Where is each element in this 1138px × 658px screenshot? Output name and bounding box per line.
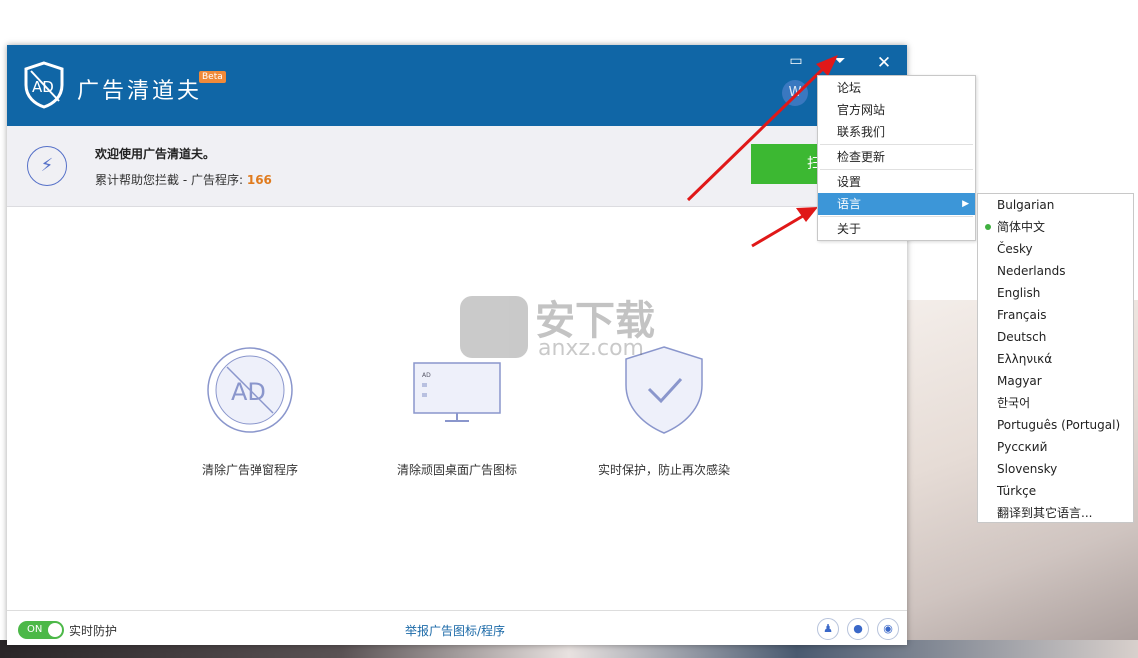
language-label: Português (Portugal) xyxy=(997,418,1121,432)
menu-item-label: 语言 xyxy=(837,197,862,211)
language-label: 简体中文 xyxy=(997,220,1046,234)
language-submenu: Bulgarian 简体中文 Česky Nederlands English Franç… xyxy=(977,193,1134,523)
menu-item-contact[interactable]: 联系我们 xyxy=(818,121,975,143)
chevron-right-icon: ▶ xyxy=(962,199,969,209)
language-label: Türkçe xyxy=(997,484,1037,498)
language-label: Slovensky xyxy=(997,462,1058,476)
language-label: 翻译到其它语言... xyxy=(997,506,1093,520)
language-label: Bulgarian xyxy=(997,198,1055,212)
language-option[interactable]: Česky xyxy=(978,238,1133,260)
language-label: Česky xyxy=(997,242,1033,256)
arrow-to-menu xyxy=(686,60,832,202)
language-label: Русский xyxy=(997,440,1048,454)
language-option[interactable]: Nederlands xyxy=(978,260,1133,282)
language-label: Ελληνικά xyxy=(997,352,1053,366)
language-label: Deutsch xyxy=(997,330,1047,344)
menu-item-language[interactable]: 语言 ▶ xyxy=(818,193,975,215)
language-option[interactable]: 简体中文 xyxy=(978,216,1133,238)
language-option[interactable]: 한국어 xyxy=(978,392,1133,414)
arrow-to-language xyxy=(751,211,809,248)
menu-item-forum[interactable]: 论坛 xyxy=(818,77,975,99)
language-option[interactable]: Português (Portugal) xyxy=(978,414,1133,436)
dropdown-menu: 论坛 官方网站 联系我们 检查更新 设置 语言 ▶ 关于 xyxy=(817,75,976,241)
language-label: Français xyxy=(997,308,1047,322)
language-option[interactable]: Ελληνικά xyxy=(978,348,1133,370)
language-label: Magyar xyxy=(997,374,1042,388)
menu-divider xyxy=(820,169,973,170)
language-option[interactable]: Русский xyxy=(978,436,1133,458)
menu-item-update[interactable]: 检查更新 xyxy=(818,146,975,168)
language-label: Nederlands xyxy=(997,264,1066,278)
language-option[interactable]: Magyar xyxy=(978,370,1133,392)
language-label: English xyxy=(997,286,1041,300)
menu-item-settings[interactable]: 设置 xyxy=(818,171,975,193)
language-option[interactable]: Türkçe xyxy=(978,480,1133,502)
language-option[interactable]: Slovensky xyxy=(978,458,1133,480)
menu-item-about[interactable]: 关于 xyxy=(818,218,975,240)
menu-divider xyxy=(820,216,973,217)
menu-item-website[interactable]: 官方网站 xyxy=(818,99,975,121)
language-option[interactable]: 翻译到其它语言... xyxy=(978,502,1133,524)
language-label: 한국어 xyxy=(997,396,1031,410)
menu-divider xyxy=(820,144,973,145)
language-option[interactable]: English xyxy=(978,282,1133,304)
selected-dot-icon xyxy=(985,224,991,230)
language-option[interactable]: Français xyxy=(978,304,1133,326)
language-option[interactable]: Deutsch xyxy=(978,326,1133,348)
language-option[interactable]: Bulgarian xyxy=(978,194,1133,216)
